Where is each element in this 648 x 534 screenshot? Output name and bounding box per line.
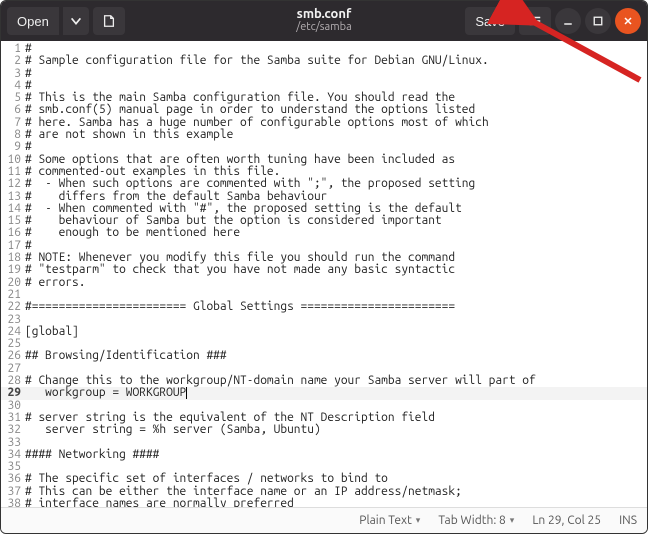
close-icon — [622, 15, 634, 27]
line-number: 38 — [1, 498, 25, 507]
open-button-label: Open — [17, 14, 49, 29]
line-number: 23 — [1, 314, 25, 326]
hamburger-menu-button[interactable] — [519, 7, 551, 35]
line-text: # are not shown in this example — [25, 129, 647, 141]
line-text: # differs from the default Samba behavio… — [25, 191, 647, 203]
code-line[interactable]: 22#======================= Global Settin… — [1, 301, 647, 313]
line-text: # errors. — [25, 277, 647, 289]
line-number: 32 — [1, 424, 25, 436]
line-text: # — [25, 68, 647, 80]
maximize-button[interactable] — [585, 8, 611, 34]
code-line[interactable]: 6# smb.conf(5) manual page in order to u… — [1, 104, 647, 116]
line-number: 29 — [1, 387, 25, 399]
open-recent-button[interactable] — [63, 7, 89, 35]
maximize-icon — [592, 15, 604, 27]
line-text: #### Networking #### — [25, 449, 647, 461]
line-number: 13 — [1, 191, 25, 203]
insert-mode[interactable]: INS — [619, 514, 637, 527]
line-text — [25, 437, 647, 449]
code-line[interactable]: 36# The specific set of interfaces / net… — [1, 473, 647, 485]
chevron-down-icon — [69, 14, 83, 28]
line-text: # The specific set of interfaces / netwo… — [25, 473, 647, 485]
line-text: #======================= Global Settings… — [25, 301, 647, 313]
line-number: 2 — [1, 55, 25, 67]
window-title: smb.conf — [296, 8, 351, 21]
cursor-position[interactable]: Ln 29, Col 25 — [532, 514, 601, 527]
line-number: 26 — [1, 350, 25, 362]
code-line[interactable]: 13# differs from the default Samba behav… — [1, 191, 647, 203]
code-line[interactable]: 8# are not shown in this example — [1, 129, 647, 141]
code-line[interactable]: 34#### Networking #### — [1, 449, 647, 461]
line-text: ## Browsing/Identification ### — [25, 350, 647, 362]
code-line[interactable]: 29 workgroup = WORKGROUP — [1, 387, 647, 399]
line-number: 7 — [1, 117, 25, 129]
line-text: # - When such options are commented with… — [25, 178, 647, 190]
line-text: # "testparm" to check that you have not … — [25, 264, 647, 276]
line-number: 22 — [1, 301, 25, 313]
line-number: 3 — [1, 68, 25, 80]
line-text: # smb.conf(5) manual page in order to un… — [25, 104, 647, 116]
line-text: # interface names are normally preferred — [25, 498, 647, 507]
line-number: 36 — [1, 473, 25, 485]
headerbar: Open smb.conf /etc/samba Save — [1, 1, 647, 41]
code-line[interactable]: 2# Sample configuration file for the Sam… — [1, 55, 647, 67]
syntax-selector[interactable]: Plain Text — [359, 514, 420, 527]
line-number: 33 — [1, 437, 25, 449]
code-line[interactable]: 20# errors. — [1, 277, 647, 289]
line-text — [25, 314, 647, 326]
code-line[interactable]: 9# — [1, 141, 647, 153]
code-line[interactable]: 24[global] — [1, 326, 647, 338]
line-number: 16 — [1, 227, 25, 239]
line-text: # Sample configuration file for the Samb… — [25, 55, 647, 67]
line-text: server string = %h server (Samba, Ubuntu… — [25, 424, 647, 436]
title-area: smb.conf /etc/samba — [296, 8, 351, 34]
line-text: # — [25, 141, 647, 153]
statusbar: Plain Text Tab Width: 8 Ln 29, Col 25 IN… — [1, 507, 647, 533]
save-button[interactable]: Save — [465, 7, 515, 35]
minimize-icon — [562, 15, 574, 27]
line-number: 12 — [1, 178, 25, 190]
minimize-button[interactable] — [555, 8, 581, 34]
code-line[interactable]: 32 server string = %h server (Samba, Ubu… — [1, 424, 647, 436]
code-line[interactable]: 38# interface names are normally preferr… — [1, 498, 647, 507]
code-line[interactable]: 26## Browsing/Identification ### — [1, 350, 647, 362]
line-text: # enough to be mentioned here — [25, 227, 647, 239]
line-number: 9 — [1, 141, 25, 153]
line-number: 1 — [1, 43, 25, 55]
save-button-label: Save — [475, 14, 505, 29]
line-number: 5 — [1, 92, 25, 104]
tab-width-selector[interactable]: Tab Width: 8 — [438, 514, 514, 527]
code-line[interactable]: 33 — [1, 437, 647, 449]
line-text: workgroup = WORKGROUP — [25, 387, 647, 399]
new-document-icon — [102, 14, 116, 28]
code-line[interactable]: 3# — [1, 68, 647, 80]
line-number: 4 — [1, 80, 25, 92]
code-line[interactable]: 19# "testparm" to check that you have no… — [1, 264, 647, 276]
open-button[interactable]: Open — [7, 7, 59, 35]
editor-area[interactable]: 1 #2# Sample configuration file for the S… — [1, 41, 647, 507]
line-number: 19 — [1, 264, 25, 276]
line-number: 8 — [1, 129, 25, 141]
line-number: 6 — [1, 104, 25, 116]
close-button[interactable] — [615, 8, 641, 34]
line-text: [global] — [25, 326, 647, 338]
hamburger-icon — [528, 14, 542, 28]
window-subtitle: /etc/samba — [296, 21, 351, 34]
code-line[interactable]: 12# - When such options are commented wi… — [1, 178, 647, 190]
code-line[interactable]: 16# enough to be mentioned here — [1, 227, 647, 239]
new-tab-button[interactable] — [93, 7, 125, 35]
code-line[interactable]: 23 — [1, 314, 647, 326]
